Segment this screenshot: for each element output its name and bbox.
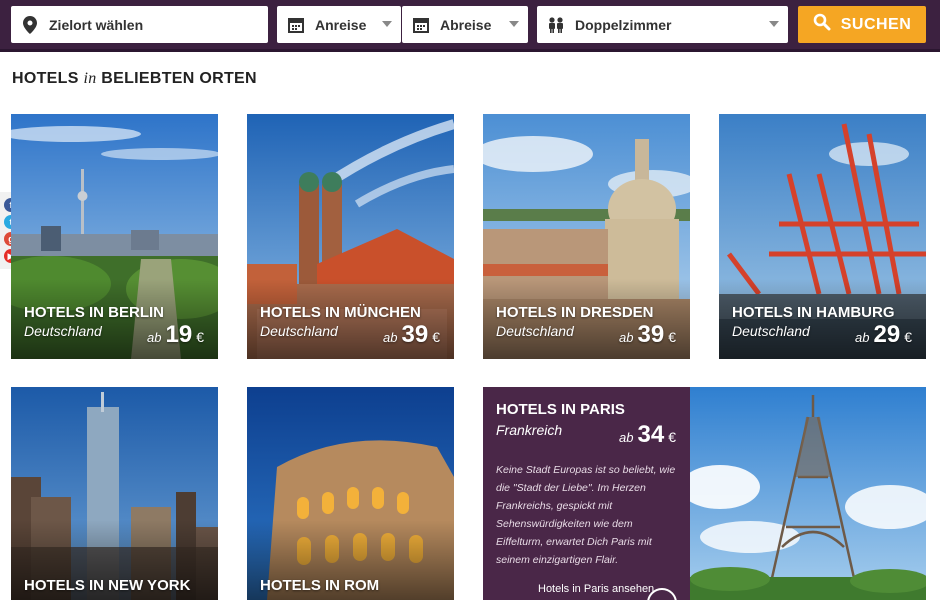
search-icon bbox=[813, 13, 831, 36]
destination-field[interactable]: Zielort wählen bbox=[11, 6, 268, 43]
city-tile-muenchen[interactable]: HOTELS IN MÜNCHEN Deutschland ab 39 € bbox=[247, 114, 454, 359]
tile-title: HOTELS IN DRESDEN bbox=[496, 304, 654, 321]
price-prefix: ab bbox=[619, 430, 634, 445]
departure-date-field[interactable]: Abreise bbox=[402, 6, 528, 43]
city-tile-rom[interactable]: HOTELS IN ROM bbox=[247, 387, 454, 600]
currency-symbol: € bbox=[196, 329, 204, 345]
city-tile-berlin[interactable]: HOTELS IN BERLIN Deutschland ab 19 € bbox=[11, 114, 218, 359]
feature-price: ab 34 € bbox=[619, 421, 676, 449]
paris-image bbox=[690, 387, 926, 600]
title-part: in bbox=[83, 70, 97, 87]
feature-description: Keine Stadt Europas ist so beliebt, wie … bbox=[496, 464, 676, 566]
price-prefix: ab bbox=[619, 330, 634, 345]
search-button[interactable]: SUCHEN bbox=[798, 6, 926, 43]
price-value: 19 bbox=[165, 321, 193, 348]
chevron-down-icon bbox=[382, 21, 392, 27]
room-type-select[interactable]: Doppelzimmer bbox=[537, 6, 788, 43]
feature-title: HOTELS IN PARIS bbox=[496, 401, 625, 418]
price-value: 29 bbox=[873, 321, 901, 348]
city-tile-dresden[interactable]: HOTELS IN DRESDEN Deutschland ab 39 € bbox=[483, 114, 690, 359]
search-button-label: SUCHEN bbox=[840, 15, 912, 33]
currency-symbol: € bbox=[904, 329, 912, 345]
tile-title: HOTELS IN HAMBURG bbox=[732, 304, 895, 321]
title-part: HOTELS bbox=[12, 70, 79, 87]
price-prefix: ab bbox=[855, 330, 870, 345]
chevron-down-icon bbox=[769, 21, 779, 27]
tile-price: ab 39 € bbox=[619, 321, 676, 349]
currency-symbol: € bbox=[668, 429, 676, 445]
city-tile-new-york[interactable]: HOTELS IN NEW YORK bbox=[11, 387, 218, 600]
tile-country: Deutschland bbox=[496, 323, 574, 339]
tile-price: ab 29 € bbox=[855, 321, 912, 349]
price-prefix: ab bbox=[147, 330, 162, 345]
location-pin-icon bbox=[11, 15, 49, 34]
tile-price: ab 39 € bbox=[383, 321, 440, 349]
tile-title: HOTELS IN NEW YORK bbox=[24, 577, 191, 594]
price-value: 34 bbox=[637, 421, 665, 448]
tile-country: Deutschland bbox=[732, 323, 810, 339]
tile-title: HOTELS IN BERLIN bbox=[24, 304, 165, 321]
title-part: BELIEBTEN ORTEN bbox=[101, 70, 257, 87]
tile-country: Deutschland bbox=[260, 323, 338, 339]
tile-price: ab 19 € bbox=[147, 321, 204, 349]
city-tile-hamburg[interactable]: HOTELS IN HAMBURG Deutschland ab 29 € bbox=[719, 114, 926, 359]
people-icon bbox=[537, 16, 575, 33]
calendar-icon bbox=[402, 17, 440, 33]
calendar-icon bbox=[277, 17, 315, 33]
tile-country: Deutschland bbox=[24, 323, 102, 339]
price-value: 39 bbox=[401, 321, 429, 348]
room-type-label: Doppelzimmer bbox=[575, 16, 672, 33]
destination-placeholder: Zielort wählen bbox=[49, 16, 144, 33]
feature-paris[interactable]: HOTELS IN PARIS Frankreich ab 34 € Keine… bbox=[483, 387, 926, 600]
currency-symbol: € bbox=[432, 329, 440, 345]
feature-panel: HOTELS IN PARIS Frankreich ab 34 € Keine… bbox=[483, 387, 690, 600]
currency-symbol: € bbox=[668, 329, 676, 345]
section-title: HOTELS in BELIEBTEN ORTEN bbox=[12, 70, 257, 88]
tile-title: HOTELS IN ROM bbox=[260, 577, 380, 594]
search-bar: Zielort wählen Anreise Abreise Doppelzim… bbox=[0, 0, 940, 52]
tile-title: HOTELS IN MÜNCHEN bbox=[260, 304, 421, 321]
feature-link[interactable]: Hotels in Paris ansehen bbox=[538, 583, 654, 595]
price-prefix: ab bbox=[383, 330, 398, 345]
departure-label: Abreise bbox=[440, 16, 492, 33]
arrival-date-field[interactable]: Anreise bbox=[277, 6, 401, 43]
chevron-down-icon bbox=[509, 21, 519, 27]
arrival-label: Anreise bbox=[315, 16, 367, 33]
price-value: 39 bbox=[637, 321, 665, 348]
